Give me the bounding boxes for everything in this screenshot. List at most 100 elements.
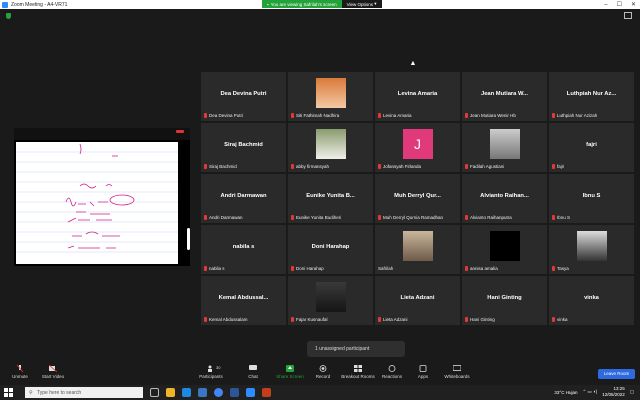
participant-tile[interactable]: fajri fajri	[549, 123, 634, 172]
gallery-view-icon[interactable]	[624, 12, 632, 19]
system-tray: 33°C Hujan ⌃ ▭ ◗) 13:25 12/05/2022 ▢	[554, 386, 634, 398]
participant-tile[interactable]: Fajar Kusnaufal	[288, 276, 373, 325]
participant-caption-text: annisa amalia	[470, 266, 498, 271]
participants-count: 30	[216, 365, 221, 370]
participant-photo	[576, 231, 607, 261]
minimize-icon[interactable]: –	[604, 2, 607, 8]
store-icon[interactable]	[198, 388, 207, 397]
participant-photo	[315, 282, 346, 312]
participant-tile[interactable]: Hani Ginting Hani Ginting	[462, 276, 547, 325]
participant-tile[interactable]: Kemal Abdussal... Kemal Abdussalam	[201, 276, 286, 325]
unassigned-participant-popup[interactable]: 1 unassigned participant	[307, 341, 405, 357]
participant-tile[interactable]: Muh Derryl Qur... Muh Derryl Qurnia Ramad…	[375, 174, 460, 223]
participant-tile[interactable]: Alvianto Raihan... Alvianto Raihanputra	[462, 174, 547, 223]
participant-tile[interactable]: Ibnu S Ibnu S	[549, 174, 634, 223]
weather-text[interactable]: 33°C Hujan	[554, 390, 577, 395]
chevron-down-icon: ▾	[373, 1, 377, 6]
windows-start-icon[interactable]	[4, 388, 13, 397]
participant-caption: Siraj Bachmid	[204, 164, 237, 169]
tray-icons[interactable]: ⌃ ▭ ◗)	[582, 389, 597, 395]
participants-button[interactable]: Participants 30	[191, 362, 231, 384]
leave-room-button[interactable]: Leave Room	[598, 369, 635, 379]
powerpoint-icon[interactable]	[262, 388, 271, 397]
task-view-icon[interactable]	[150, 388, 159, 397]
file-explorer-icon[interactable]	[166, 388, 175, 397]
close-icon[interactable]: ✕	[631, 1, 636, 8]
taskbar-search-box[interactable]: ⚲ Type here to search	[25, 387, 143, 398]
whiteboard-icon	[453, 365, 461, 371]
participant-tile[interactable]: J Jofansyah Firlanda	[375, 123, 460, 172]
participant-name: Jean Mutiara W...	[480, 91, 529, 97]
participant-photo	[315, 78, 346, 108]
participant-tile[interactable]: Jean Mutiara W... Jean Mutiara Wenir Hb	[462, 72, 547, 121]
search-icon: ⚲	[29, 389, 33, 396]
leave-room-label: Leave Room	[603, 371, 630, 376]
collapse-thumbnails-icon[interactable]: ▲	[406, 59, 420, 68]
apps-icon	[419, 365, 427, 372]
participant-tile[interactable]: annisa amalia	[462, 225, 547, 274]
record-button[interactable]: Record	[303, 362, 343, 384]
participant-tile[interactable]: Tasya	[549, 225, 634, 274]
participant-caption: Muh Derryl Qurnia Ramadhan	[378, 215, 443, 220]
participant-tile[interactable]: Lieta Adzani Lieta Adzani	[375, 276, 460, 325]
security-shield-icon[interactable]	[6, 13, 11, 19]
shared-screen[interactable]	[14, 128, 190, 266]
chat-button[interactable]: Chat	[233, 362, 273, 384]
participant-caption: vinka	[552, 317, 568, 322]
participant-tile[interactable]: Eunike Yunita B... Eunike Yunita Budiheri	[288, 174, 373, 223]
participant-caption-text: Jofansyah Firlanda	[383, 164, 422, 169]
muted-mic-icon	[291, 266, 294, 271]
participants-label: Participants	[199, 374, 223, 379]
clock[interactable]: 13:25 12/05/2022	[602, 386, 625, 398]
participant-name: nabila s	[232, 244, 255, 250]
participant-caption-text: Eunike Yunita Budiheri	[296, 215, 342, 220]
page-scroll-handle[interactable]	[187, 228, 190, 250]
screen-share-icon: ▪	[267, 1, 269, 7]
muted-mic-icon	[465, 317, 468, 322]
participant-tile[interactable]: nabila s nabila s	[201, 225, 286, 274]
view-options-button[interactable]: View Options ▾	[341, 0, 382, 8]
participant-caption-text: abby firmansyah	[296, 164, 330, 169]
participant-name: Ibnu S	[582, 193, 601, 199]
edge-icon[interactable]	[182, 388, 191, 397]
muted-mic-icon	[552, 215, 555, 220]
chrome-icon[interactable]	[214, 388, 223, 397]
participant-caption: Jofansyah Firlanda	[378, 164, 421, 169]
participant-tile[interactable]: Andri Darmawan Andri Darmawan	[201, 174, 286, 223]
participant-caption: Siti Fathimah Nadhira	[291, 113, 339, 118]
muted-mic-icon	[552, 113, 555, 118]
participant-tile[interactable]: Safrilah	[375, 225, 460, 274]
participant-photo: J	[402, 129, 433, 159]
participant-tile[interactable]: Levina Amaria Levina Amaria	[375, 72, 460, 121]
windows-taskbar: ⚲ Type here to search 33°C Hujan ⌃ ▭ ◗) …	[0, 385, 640, 400]
zoom-taskbar-icon[interactable]	[246, 388, 255, 397]
muted-mic-icon	[291, 215, 294, 220]
start-video-button[interactable]: Start Video	[33, 362, 73, 384]
start-video-label: Start Video	[41, 374, 65, 379]
participant-caption: Lieta Adzani	[378, 317, 408, 322]
participant-tile[interactable]: Siraj Bachmid Siraj Bachmid	[201, 123, 286, 172]
participant-tile[interactable]: vinka vinka	[549, 276, 634, 325]
whiteboards-button[interactable]: Whiteboards	[437, 362, 477, 384]
participant-caption: annisa amalia	[465, 266, 498, 271]
notifications-icon[interactable]: ▢	[630, 389, 634, 395]
participant-caption: Hani Ginting	[465, 317, 495, 322]
participant-caption-text: vinka	[557, 317, 568, 322]
participant-tile[interactable]: Dea Devina Putri Dea Devina Putri	[201, 72, 286, 121]
participant-tile[interactable]: Fadilah Agustiani	[462, 123, 547, 172]
muted-mic-icon	[552, 164, 555, 169]
participant-caption: Jean Mutiara Wenir Hb	[465, 113, 516, 118]
participant-caption-text: fajri	[557, 164, 565, 169]
participant-name: Andri Darmawan	[220, 193, 267, 199]
participant-tile[interactable]: Luthpiah Nur Az... Luthpiah Nur Azizah	[549, 72, 634, 121]
word-icon[interactable]	[230, 388, 239, 397]
participant-tile[interactable]: abby firmansyah	[288, 123, 373, 172]
participant-tile[interactable]: Siti Fathimah Nadhira	[288, 72, 373, 121]
muted-mic-icon	[204, 266, 207, 271]
participant-caption-text: Fadilah Agustiani	[470, 164, 505, 169]
maximize-icon[interactable]: ☐	[617, 1, 622, 8]
muted-mic-icon	[204, 317, 207, 322]
participant-tile[interactable]: Doni Harahap Doni Harahap	[288, 225, 373, 274]
participant-photo	[402, 231, 433, 261]
muted-mic-icon	[378, 164, 381, 169]
